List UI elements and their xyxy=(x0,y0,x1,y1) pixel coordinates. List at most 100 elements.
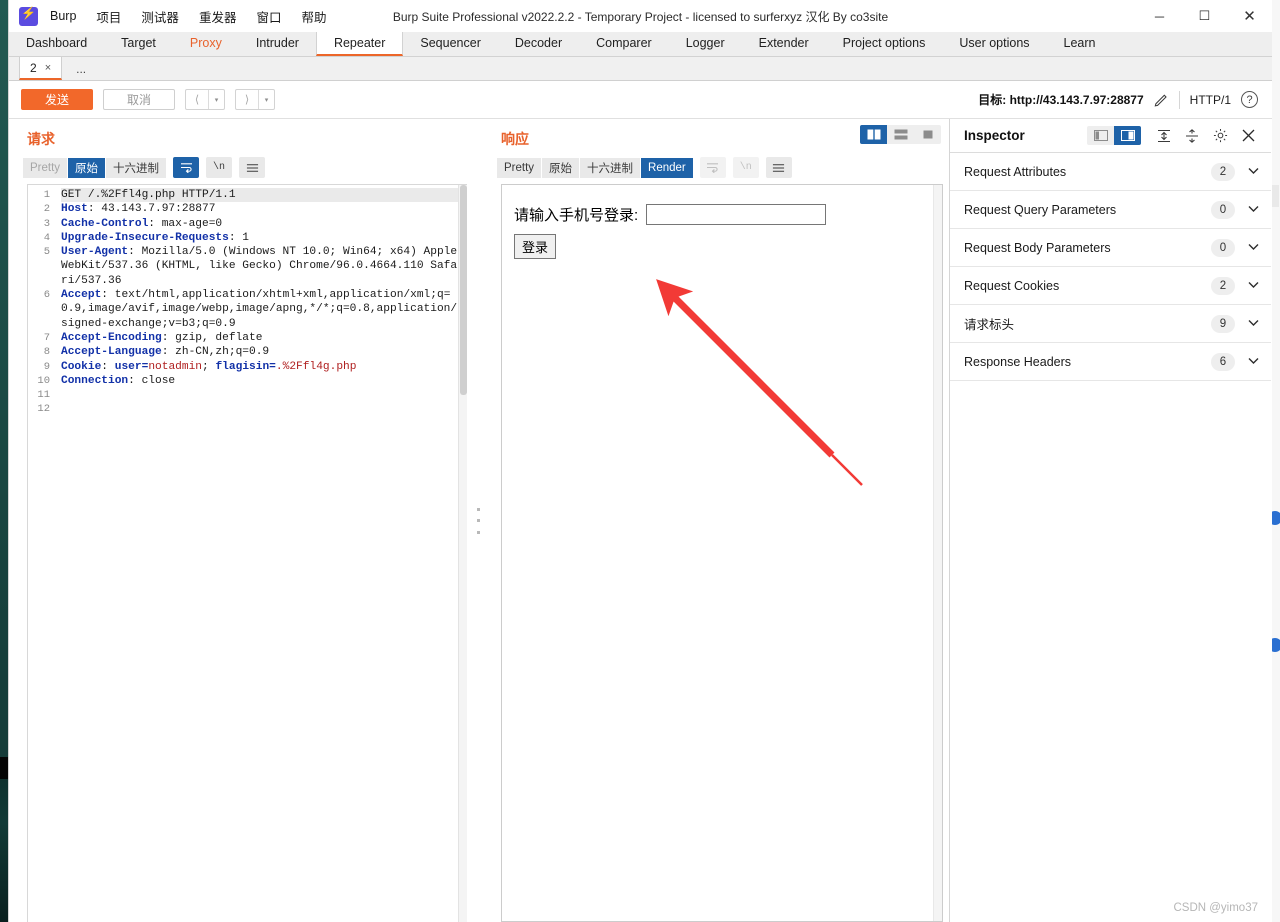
request-view-hex[interactable]: 十六进制 xyxy=(106,157,167,178)
response-view-pretty[interactable]: Pretty xyxy=(497,157,542,178)
panel-left-icon[interactable] xyxy=(1087,126,1114,145)
request-line-number: 5 xyxy=(43,246,50,259)
tab-target[interactable]: Target xyxy=(104,32,173,56)
maximize-button[interactable]: ☐ xyxy=(1182,1,1227,32)
main-tab-bar: Dashboard Target Proxy Intruder Repeater… xyxy=(9,32,1272,57)
render-scrollbar[interactable] xyxy=(933,185,942,921)
send-button[interactable]: 发送 xyxy=(21,89,93,110)
inspector-section-row[interactable]: Request Attributes 2 xyxy=(950,153,1271,191)
minimize-button[interactable]: ─ xyxy=(1137,1,1182,32)
tab-dashboard[interactable]: Dashboard xyxy=(9,32,104,56)
word-wrap-icon[interactable] xyxy=(699,157,726,178)
back-button-group[interactable]: ⟨ ▾ xyxy=(185,89,225,110)
rendered-login-page: 请输入手机号登录: 登录 xyxy=(502,185,942,259)
hamburger-menu-icon[interactable] xyxy=(239,157,266,178)
expand-all-icon[interactable] xyxy=(1151,124,1177,148)
response-view-hex[interactable]: 十六进制 xyxy=(580,157,641,178)
split-vertical-icon[interactable] xyxy=(860,125,887,144)
cancel-button[interactable]: 取消 xyxy=(103,89,175,110)
inspector-section-count: 2 xyxy=(1211,276,1235,295)
inspector-pane: Inspector Request Attributes 2 Request Q… xyxy=(949,119,1271,922)
chevron-down-icon[interactable] xyxy=(1235,356,1259,368)
menu-item-window[interactable]: 窗口 xyxy=(248,5,289,28)
tab-intruder[interactable]: Intruder xyxy=(239,32,316,56)
request-scrollbar[interactable] xyxy=(458,185,467,922)
tab-sequencer[interactable]: Sequencer xyxy=(403,32,497,56)
request-line-number: 12 xyxy=(37,403,50,416)
newline-icon[interactable]: \n xyxy=(206,157,233,178)
response-view-render[interactable]: Render xyxy=(641,157,693,178)
inspector-section-label: Request Attributes xyxy=(964,164,1067,179)
inspector-section-row[interactable]: Request Body Parameters 0 xyxy=(950,229,1271,267)
panel-right-icon[interactable] xyxy=(1114,126,1141,145)
split-horizontal-icon[interactable] xyxy=(887,125,914,144)
burp-lightning-icon xyxy=(19,6,38,26)
inspector-section-row[interactable]: 请求标头 9 xyxy=(950,305,1271,343)
back-icon[interactable]: ⟨ xyxy=(186,90,208,109)
request-line-numbers: 1 2 3 4 5 6 7 8 9 10 11 12 xyxy=(28,185,54,922)
login-submit-button[interactable]: 登录 xyxy=(514,234,557,259)
request-line-number: 10 xyxy=(37,374,50,387)
request-response-splitter[interactable] xyxy=(473,119,483,922)
inspector-section-row[interactable]: Request Query Parameters 0 xyxy=(950,191,1271,229)
chevron-down-icon[interactable] xyxy=(1235,280,1259,292)
tab-logger[interactable]: Logger xyxy=(669,32,742,56)
tab-project-options[interactable]: Project options xyxy=(826,32,943,56)
menu-item-project[interactable]: 项目 xyxy=(88,5,129,28)
request-line: Accept: text/html,application/xhtml+xml,… xyxy=(61,289,458,330)
close-icon[interactable]: × xyxy=(45,62,51,74)
close-icon[interactable] xyxy=(1235,124,1261,148)
request-line: GET /.%2Ffl4g.php HTTP/1.1 xyxy=(61,188,458,203)
request-line-number: 4 xyxy=(43,231,50,244)
menu-item-intruder[interactable]: 测试器 xyxy=(133,5,187,28)
tab-extender[interactable]: Extender xyxy=(742,32,826,56)
hamburger-menu-icon[interactable] xyxy=(765,157,792,178)
repeater-add-tab-button[interactable]: ... xyxy=(62,57,100,80)
request-view-toolbar: Pretty 原始 十六进制 \n xyxy=(9,157,473,184)
collapse-all-icon[interactable] xyxy=(1179,124,1205,148)
request-line: Accept-Encoding: gzip, deflate xyxy=(61,331,263,344)
response-layout-toggle xyxy=(860,125,941,144)
tab-comparer[interactable]: Comparer xyxy=(579,32,669,56)
target-url-label: 目标: http://43.143.7.97:28877 xyxy=(978,93,1144,107)
request-view-pretty[interactable]: Pretty xyxy=(23,157,68,178)
request-view-raw[interactable]: 原始 xyxy=(68,157,106,178)
chevron-down-icon[interactable]: ▾ xyxy=(258,90,274,109)
request-line: User-Agent: Mozilla/5.0 (Windows NT 10.0… xyxy=(61,246,458,287)
chevron-down-icon[interactable]: ▾ xyxy=(208,90,224,109)
repeater-tab-2[interactable]: 2 × xyxy=(19,57,63,80)
inspector-section-row[interactable]: Request Cookies 2 xyxy=(950,267,1271,305)
tab-proxy[interactable]: Proxy xyxy=(173,32,239,56)
chevron-down-icon[interactable] xyxy=(1235,318,1259,330)
tab-learn[interactable]: Learn xyxy=(1047,32,1113,56)
request-editor[interactable]: 1 2 3 4 5 6 7 8 9 10 11 12 GET /.%2Ffl4g.php HTTP/1… xyxy=(27,184,467,922)
single-pane-icon[interactable] xyxy=(914,125,941,144)
chevron-down-icon[interactable] xyxy=(1235,204,1259,216)
word-wrap-icon[interactable] xyxy=(173,157,200,178)
chevron-down-icon[interactable] xyxy=(1235,166,1259,178)
forward-button-group[interactable]: ⟩ ▾ xyxy=(235,89,275,110)
request-line: Accept-Language: zh-CN,zh;q=0.9 xyxy=(61,346,270,359)
gear-icon[interactable] xyxy=(1207,124,1233,148)
tab-repeater[interactable]: Repeater xyxy=(315,32,404,56)
question-mark-icon[interactable]: ? xyxy=(1241,91,1258,108)
inspector-section-label: 请求标头 xyxy=(964,318,1015,332)
phone-login-row: 请输入手机号登录: xyxy=(514,204,942,225)
target-area: 目标: http://43.143.7.97:28877 HTTP/1 ? xyxy=(978,90,1260,109)
close-button[interactable]: ✕ xyxy=(1227,1,1272,32)
forward-icon[interactable]: ⟩ xyxy=(236,90,258,109)
chevron-down-icon[interactable] xyxy=(1235,242,1259,254)
response-view-raw[interactable]: 原始 xyxy=(542,157,580,178)
menu-item-burp[interactable]: Burp xyxy=(42,7,84,25)
menu-item-repeater[interactable]: 重发器 xyxy=(191,5,245,28)
request-line-number: 1 xyxy=(43,189,50,201)
tab-user-options[interactable]: User options xyxy=(942,32,1046,56)
newline-icon[interactable]: \n xyxy=(732,157,759,178)
inspector-section-row[interactable]: Response Headers 6 xyxy=(950,343,1271,381)
tab-decoder[interactable]: Decoder xyxy=(498,32,579,56)
phone-number-input[interactable] xyxy=(646,204,827,225)
request-raw-text[interactable]: GET /.%2Ffl4g.php HTTP/1.1 Host: 43.143.7… xyxy=(54,185,458,922)
pencil-icon[interactable] xyxy=(1154,92,1169,107)
scrollbar-thumb[interactable] xyxy=(460,185,467,395)
menu-item-help[interactable]: 帮助 xyxy=(293,5,334,28)
